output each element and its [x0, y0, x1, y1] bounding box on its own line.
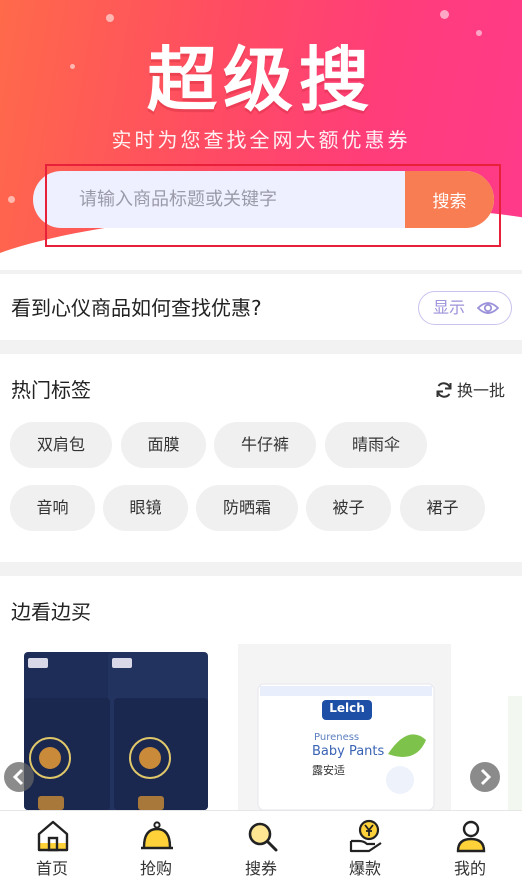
money-hand-icon	[349, 819, 382, 853]
hot-tag[interactable]: 裙子	[400, 485, 485, 531]
decor-dot	[8, 196, 15, 203]
watch-and-buy-section: 边看边买 Lelch Pureness Baby Pants 露安适	[0, 576, 522, 810]
tab-home-label: 首页	[35, 859, 68, 878]
product-image	[24, 652, 208, 810]
hot-tags-section: 热门标签 换一批 双肩包 面膜 牛仔裤 晴雨伞 音响 眼镜 防晒霜 被子 裙子	[0, 354, 522, 562]
watch-and-buy-title: 边看边买	[11, 600, 91, 624]
tab-search-coupon-label: 搜券	[244, 859, 277, 878]
product-cn-name: 露安适	[312, 764, 345, 777]
bell-icon	[141, 821, 173, 850]
user-icon	[456, 820, 486, 853]
product-brand: Lelch	[329, 701, 365, 715]
hot-tags-title: 热门标签	[11, 378, 91, 402]
product-card[interactable]	[10, 646, 215, 810]
bottom-tab-bar: 首页 抢购 搜券 爆款 我的	[0, 810, 522, 878]
hero-title: 超级搜	[147, 39, 375, 121]
product-card[interactable]: Lelch Pureness Baby Pants 露安适	[238, 644, 451, 810]
chevron-left-icon	[12, 768, 24, 786]
hot-tag[interactable]: 被子	[306, 485, 391, 531]
decor-dot	[440, 10, 449, 19]
show-toggle-label: 显示	[433, 298, 466, 317]
hot-tag[interactable]: 晴雨伞	[325, 422, 427, 468]
search-highlight-box	[45, 164, 501, 247]
tab-search-coupon[interactable]: 搜券	[209, 811, 313, 878]
tab-profile[interactable]: 我的	[418, 811, 522, 878]
eye-icon	[477, 302, 499, 314]
product-line2: Baby Pants	[312, 744, 385, 759]
product-line1: Pureness	[314, 732, 360, 743]
hot-tag[interactable]: 牛仔裤	[214, 422, 316, 468]
tab-home[interactable]: 首页	[0, 811, 104, 878]
tab-flash-sale-label: 抢购	[139, 859, 172, 878]
carousel-next-button[interactable]	[470, 762, 500, 792]
product-card-partial[interactable]	[508, 696, 522, 810]
coupon-help-question: 看到心仪商品如何查找优惠?	[11, 296, 262, 320]
home-icon	[37, 820, 69, 852]
hero-subtitle: 实时为您查找全网大额优惠券	[111, 128, 411, 152]
hot-tag[interactable]: 双肩包	[10, 422, 112, 468]
search-icon	[248, 822, 278, 852]
carousel-prev-button[interactable]	[4, 762, 34, 792]
tab-hot-items-label: 爆款	[348, 859, 381, 878]
hot-tag[interactable]: 防晒霜	[196, 485, 298, 531]
tab-profile-label: 我的	[453, 859, 486, 878]
decor-dot	[106, 14, 114, 22]
refresh-label: 换一批	[457, 381, 506, 400]
refresh-icon	[436, 382, 452, 398]
hot-tag[interactable]: 音响	[10, 485, 95, 531]
tab-hot-items[interactable]: 爆款	[313, 811, 417, 878]
tab-flash-sale[interactable]: 抢购	[104, 811, 208, 878]
hot-tag[interactable]: 面膜	[121, 422, 206, 468]
show-toggle-button[interactable]: 显示	[418, 291, 512, 325]
hot-tag[interactable]: 眼镜	[103, 485, 188, 531]
refresh-tags-button[interactable]: 换一批	[435, 377, 505, 401]
coupon-help-row: 看到心仪商品如何查找优惠? 显示	[0, 274, 522, 340]
product-image	[257, 683, 435, 810]
chevron-right-icon	[480, 768, 492, 786]
